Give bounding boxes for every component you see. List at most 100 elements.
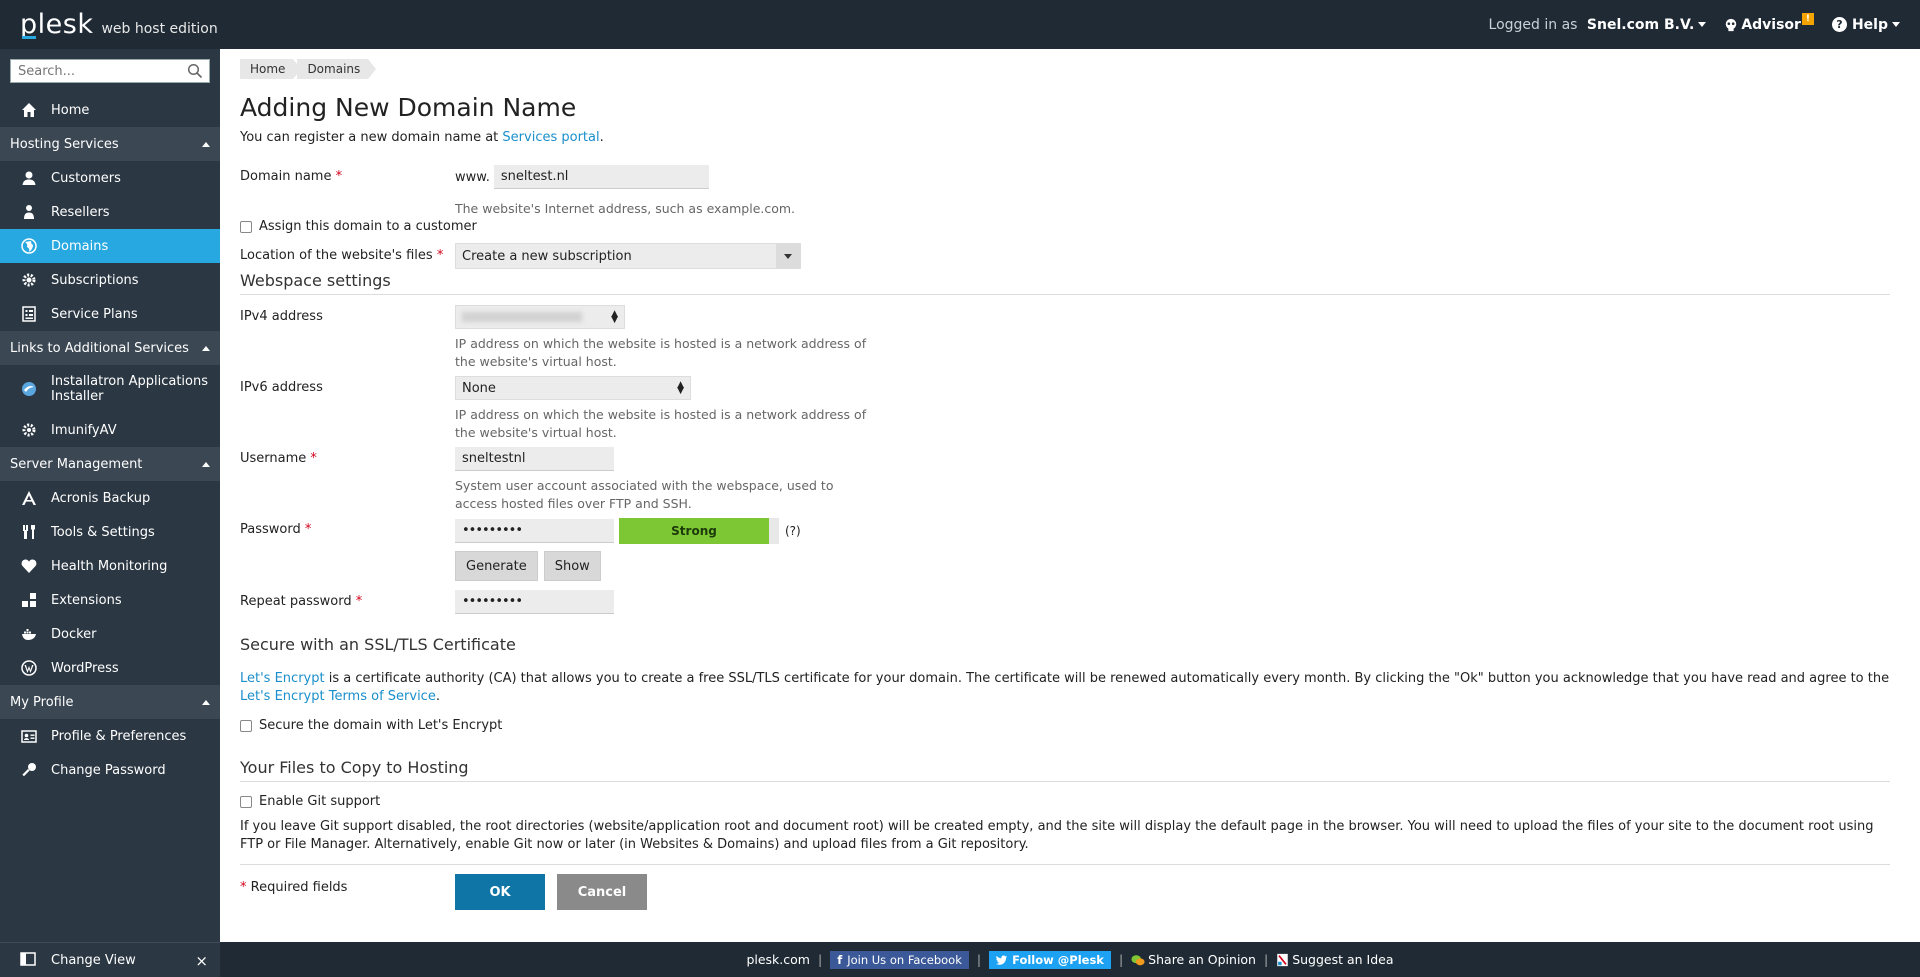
reseller-icon [20, 203, 38, 221]
lets-encrypt-terms-link[interactable]: Let's Encrypt Terms of Service [240, 689, 436, 704]
sidebar-item-acronis-backup[interactable]: Acronis Backup [0, 481, 220, 515]
change-view-button[interactable]: Change View × [0, 942, 220, 977]
repeat-password-input[interactable]: ••••••••• [455, 590, 614, 614]
sidebar-item-customers[interactable]: Customers [0, 161, 220, 195]
facebook-button[interactable]: f Join Us on Facebook [830, 950, 969, 969]
chevron-up-icon [202, 699, 210, 705]
lets-encrypt-link[interactable]: Let's Encrypt [240, 671, 325, 686]
register-suffix: . [599, 130, 604, 145]
section-label: Links to Additional Services [10, 340, 189, 356]
repeat-password-text: Repeat password [240, 594, 352, 609]
section-label: My Profile [10, 694, 74, 710]
ipv6-value: None [462, 380, 496, 396]
password-input[interactable]: ••••••••• [455, 519, 614, 543]
sidebar-item-installatron[interactable]: Installatron Applications Installer [0, 365, 220, 413]
register-note: You can register a new domain name at Se… [240, 130, 1890, 145]
section-my-profile[interactable]: My Profile [0, 685, 220, 719]
required-fields-note: * Required fields [240, 880, 347, 895]
password-text: Password [240, 522, 301, 537]
tools-icon [20, 523, 38, 541]
sidebar-item-imunifyav[interactable]: ImunifyAV [0, 413, 220, 447]
sidebar-item-wordpress[interactable]: WordPress [0, 651, 220, 685]
sidebar-item-resellers[interactable]: Resellers [0, 195, 220, 229]
change-view-icon [20, 951, 38, 969]
domain-name-input[interactable]: sneltest.nl [493, 165, 709, 189]
chevron-down-icon[interactable] [776, 244, 800, 268]
required-star: * [335, 169, 343, 184]
sidebar-item-label: Home [51, 102, 90, 118]
sidebar-item-change-password[interactable]: Change Password [0, 753, 220, 787]
logo-brand: plesk [20, 9, 94, 40]
generate-button[interactable]: Generate [455, 551, 538, 581]
git-description: If you leave Git support disabled, the r… [240, 818, 1890, 865]
suggest-idea-label: Suggest an Idea [1292, 951, 1394, 967]
logged-in-label: Logged in as [1488, 16, 1578, 33]
sidebar-item-domains[interactable]: Domains [0, 229, 220, 263]
assign-customer-label[interactable]: Assign this domain to a customer [259, 219, 477, 234]
sidebar-item-extensions[interactable]: Extensions [0, 583, 220, 617]
home-icon [20, 101, 38, 119]
show-button[interactable]: Show [543, 551, 601, 581]
footer-separator: | [1263, 952, 1269, 967]
ipv6-select[interactable]: None ▲ ▼ [455, 376, 691, 400]
username-input[interactable]: sneltestnl [455, 447, 614, 471]
key-icon [20, 761, 38, 779]
cancel-button[interactable]: Cancel [557, 874, 647, 910]
password-label: Password * [240, 522, 311, 537]
ok-button[interactable]: OK [455, 874, 545, 910]
ipv4-select[interactable]: ▲ ▼ [455, 305, 625, 329]
sidebar-item-tools-settings[interactable]: Tools & Settings [0, 515, 220, 549]
updown-icon: ▲ ▼ [611, 309, 618, 325]
plesk-logo[interactable]: plesk web host edition [20, 9, 218, 40]
advisor-icon [1726, 18, 1737, 31]
search-input[interactable] [11, 60, 181, 82]
top-bar: plesk web host edition Logged in as Snel… [0, 0, 1920, 49]
sidebar-item-health-monitoring[interactable]: Health Monitoring [0, 549, 220, 583]
twitter-button[interactable]: Follow @Plesk [989, 950, 1111, 969]
extensions-icon [20, 591, 38, 609]
required-star: * [436, 248, 444, 263]
sidebar-item-label: Subscriptions [51, 272, 139, 288]
sidebar-item-service-plans[interactable]: Service Plans [0, 297, 220, 331]
assign-customer-checkbox[interactable] [240, 220, 252, 233]
plesk-com-link[interactable]: plesk.com [746, 952, 810, 967]
updown-icon: ▲ ▼ [677, 380, 684, 396]
facebook-icon: f [837, 952, 843, 967]
suggest-idea-link[interactable]: Suggest an Idea [1276, 951, 1394, 968]
section-links-additional-services[interactable]: Links to Additional Services [0, 331, 220, 365]
advisor-badge: ! [1801, 12, 1814, 25]
share-opinion-label: Share an Opinion [1148, 952, 1256, 967]
sidebar-item-home[interactable]: Home [0, 93, 220, 127]
sidebar-item-label: Health Monitoring [51, 558, 168, 574]
help-menu[interactable]: ? Help [1831, 17, 1900, 33]
share-opinion-link[interactable]: Share an Opinion [1131, 952, 1256, 967]
lets-encrypt-checkbox[interactable] [240, 719, 252, 732]
lets-encrypt-checkbox-label[interactable]: Secure the domain with Let's Encrypt [259, 718, 502, 733]
section-server-management[interactable]: Server Management [0, 447, 220, 481]
search-icon[interactable] [187, 63, 203, 79]
required-star: * [240, 880, 247, 895]
location-text: Location of the website's files [240, 248, 433, 263]
password-strength-meter: Strong [619, 518, 779, 544]
sidebar-item-subscriptions[interactable]: Subscriptions [0, 263, 220, 297]
user-menu[interactable]: Snel.com B.V. [1587, 17, 1707, 33]
location-select[interactable]: Create a new subscription [455, 243, 801, 269]
breadcrumb-home[interactable]: Home [240, 59, 302, 79]
password-value: ••••••••• [462, 523, 523, 538]
gear-icon [20, 271, 38, 289]
password-strength-help[interactable]: (?) [785, 524, 801, 538]
required-fields-text: Required fields [250, 880, 348, 895]
sidebar-item-profile-preferences[interactable]: Profile & Preferences [0, 719, 220, 753]
section-hosting-services[interactable]: Hosting Services [0, 127, 220, 161]
breadcrumb-domains[interactable]: Domains [297, 59, 377, 79]
ssl-description: Let's Encrypt is a certificate authority… [240, 670, 1890, 706]
acronis-icon [20, 489, 38, 507]
services-portal-link[interactable]: Services portal [502, 130, 599, 145]
docker-icon [20, 625, 38, 643]
advisor-button[interactable]: Advisor! [1724, 12, 1814, 33]
git-support-checkbox[interactable] [240, 795, 252, 808]
user-icon [20, 169, 38, 187]
git-support-label[interactable]: Enable Git support [259, 794, 380, 809]
sidebar-item-docker[interactable]: Docker [0, 617, 220, 651]
close-icon[interactable]: × [195, 952, 208, 970]
